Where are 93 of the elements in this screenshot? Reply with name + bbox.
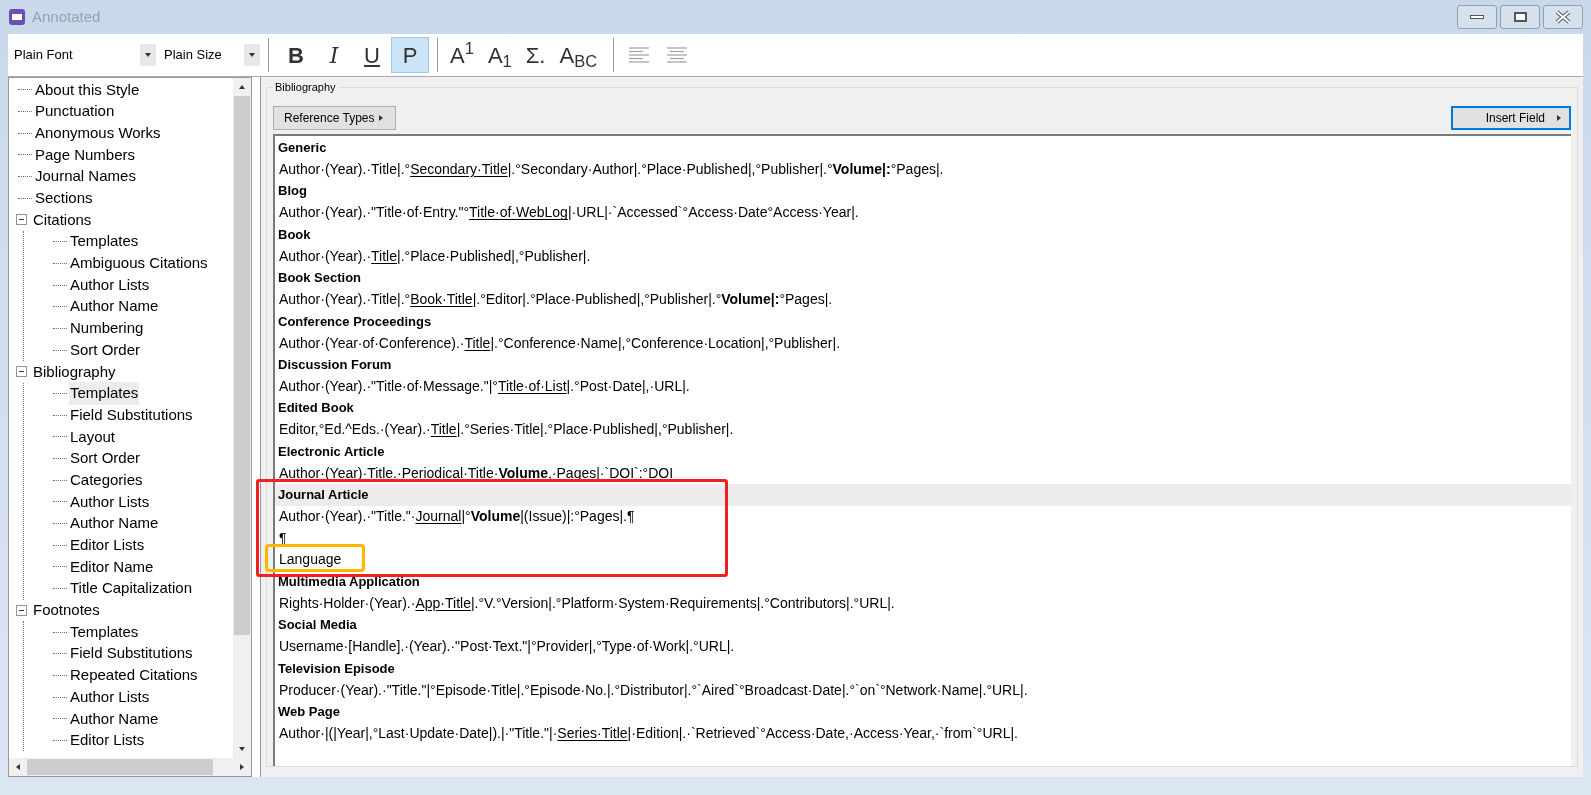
template-heading[interactable]: Television Episode (278, 658, 395, 679)
scroll-right-icon (238, 763, 246, 771)
template-line[interactable]: Author·(Year).·"Title."·Journal|°Volume|(Issue)|:°Pages|.¶ (279, 506, 635, 528)
tree-item[interactable]: Anonymous Works (34, 121, 162, 145)
horizontal-scrollbar[interactable] (9, 758, 251, 776)
tree-item[interactable]: Templates (69, 620, 140, 644)
template-heading[interactable]: Edited Book (278, 398, 354, 418)
font-dropdown[interactable]: Plain Font (14, 42, 156, 68)
tree-item[interactable]: Field Substitutions (69, 642, 194, 665)
tree-item[interactable]: Title Capitalization (69, 577, 193, 600)
tree-item[interactable]: Page Numbers (34, 143, 137, 167)
minimize-icon (1470, 15, 1484, 19)
format-button[interactable]: A$^{1}$ (446, 37, 478, 73)
tree-item[interactable]: Author Name (69, 707, 160, 731)
minimize-button[interactable] (1457, 5, 1497, 29)
tree-item[interactable]: Sort Order (69, 447, 142, 470)
tree-item[interactable]: Field Substitutions (69, 403, 194, 427)
template-line[interactable]: Author·(Year).·Title|.°Place·Published|,°Publisher|. (279, 245, 591, 267)
template-heading[interactable]: Multimedia Application (278, 571, 420, 592)
template-heading[interactable]: Conference Proceedings (278, 311, 432, 332)
tree-item[interactable]: Author Name (69, 512, 160, 535)
template-line[interactable]: Author·(Year·of·Conference).·Title|.°Conference·Name|,°Conference·Location|,°Publisher|. (279, 332, 840, 354)
maximize-button[interactable] (1500, 5, 1540, 29)
tree-item[interactable]: Templates (69, 382, 140, 405)
format-button[interactable]: U (353, 37, 391, 73)
format-button[interactable]: P (391, 37, 429, 73)
template-heading[interactable]: Generic (278, 138, 327, 158)
align-center-icon[interactable] (666, 45, 689, 65)
format-button[interactable]: A$_{1}$ (483, 37, 516, 73)
tree-item[interactable]: Repeated Citations (69, 664, 199, 687)
tree-item[interactable]: Bibliography (32, 360, 117, 384)
tree-item[interactable]: Categories (69, 468, 144, 492)
close-button[interactable] (1543, 5, 1583, 29)
align-left-icon[interactable] (628, 45, 651, 65)
template-line[interactable]: Rights·Holder·(Year).·App·Title|.°V.°Version|.°Platform·System·Requirements|.°Contributors|.°URL|. (279, 592, 895, 614)
template-line[interactable]: Author·(Year).·Title|.°Book·Title|.°Editor|.°Place·Published|,°Publisher|.°Volume|:°Pages|. (279, 289, 833, 311)
format-button[interactable]: Σ. (521, 37, 550, 73)
template-line[interactable]: Author·(Year).·Title|.°Secondary·Title|.°Secondary·Author|.°Place·Published|,°Publisher|.°Volume|:°Pages|. (279, 159, 944, 181)
format-button[interactable]: I (315, 37, 353, 73)
template-heading[interactable]: Blog (278, 181, 307, 201)
dropdown-arrow-icon (144, 51, 152, 59)
tree-item[interactable]: Sections (34, 187, 94, 210)
template-line[interactable]: Author·(Year)·Title.·Periodical·Title·Volume,·Pages|·`DOI`:°DOI (279, 462, 674, 484)
collapse-icon[interactable] (16, 366, 27, 378)
tree-item[interactable]: Citations (32, 208, 93, 232)
template-line[interactable]: Author·|(|Year|,°Last·Update·Date|).|·"Title."|·Series·Title|·Edition|.·`Retrieved`°Access·Date,·Access·Year,·`from`°URL|. (279, 722, 1018, 744)
template-heading[interactable]: Web Page (278, 701, 340, 722)
template-heading[interactable]: Book Section (278, 268, 362, 288)
insert-field-button[interactable]: Insert Field (1451, 106, 1571, 130)
close-icon (1555, 10, 1571, 24)
tree-item[interactable]: Author Lists (69, 685, 151, 709)
tree-item[interactable]: Editor Name (69, 555, 155, 579)
tree-item[interactable]: Ambiguous Citations (69, 252, 209, 275)
tree-item[interactable]: About this Style (34, 78, 141, 102)
reference-types-button[interactable]: Reference Types (273, 106, 396, 130)
template-line[interactable]: Author·(Year).·"Title·of·Message."|°Title·of·List|.°Post·Date|,·URL|. (279, 375, 690, 397)
template-heading[interactable]: Discussion Forum (278, 354, 392, 375)
template-line[interactable]: Producer·(Year).·"Title."|°Episode·Title|.°Episode·No.|.°Distributor|.°`Aired`°Broadcast·Date|.°`on`°Network·Name|.°URL|. (279, 679, 1028, 701)
app-logo-icon (8, 8, 26, 26)
template-line[interactable]: Language (279, 549, 342, 571)
tree-item[interactable]: Numbering (69, 317, 145, 340)
size-dropdown[interactable]: Plain Size (164, 42, 260, 68)
template-line[interactable]: Editor,°Ed.^Eds.·(Year).·Title|.°Series·Title|.°Place·Published|,°Publisher|. (279, 419, 734, 441)
tree-item[interactable]: Author Lists (69, 490, 151, 514)
tree-item[interactable]: Editor Lists (69, 534, 146, 557)
scroll-left-icon (14, 763, 22, 771)
tree-item[interactable]: Author Lists (69, 273, 151, 297)
submenu-arrow-icon (376, 114, 385, 122)
tree-item[interactable]: Layout (69, 425, 117, 449)
template-heading[interactable]: Journal Article (278, 485, 369, 505)
tree-item[interactable]: Footnotes (32, 599, 101, 622)
tree-item[interactable]: Author Name (69, 295, 160, 318)
template-heading[interactable]: Book (278, 224, 311, 245)
window-title: Annotated (32, 6, 101, 27)
tree-item[interactable]: Editor Lists (69, 729, 146, 752)
template-heading[interactable]: Social Media (278, 615, 357, 635)
tree-item[interactable]: Sort Order (69, 338, 142, 362)
submenu-arrow-icon (1555, 114, 1563, 122)
collapse-icon[interactable] (16, 604, 27, 616)
maximize-icon (1513, 12, 1527, 22)
dropdown-arrow-icon (248, 51, 256, 59)
scroll-down-icon (238, 745, 246, 753)
format-button[interactable]: A$_{BC}$ (555, 37, 602, 73)
scroll-up-icon (238, 83, 246, 91)
tree-item[interactable]: Templates (69, 230, 140, 253)
format-button[interactable]: B (277, 37, 315, 73)
tree-item[interactable]: Journal Names (34, 165, 137, 188)
vertical-scrollbar[interactable] (233, 78, 251, 758)
template-line[interactable]: Author·(Year).·"Title·of·Entry."°Title·of·WebLog|·URL|·`Accessed`°Access·Date°Access·Year|. (279, 202, 859, 224)
template-line[interactable]: Username·[Handle].·(Year).·"Post·Text."|°Provider|,°Type·of·Work|.°URL|. (279, 636, 735, 658)
collapse-icon[interactable] (16, 214, 27, 226)
tree-item[interactable]: Punctuation (34, 100, 116, 123)
template-heading[interactable]: Electronic Article (278, 441, 385, 462)
